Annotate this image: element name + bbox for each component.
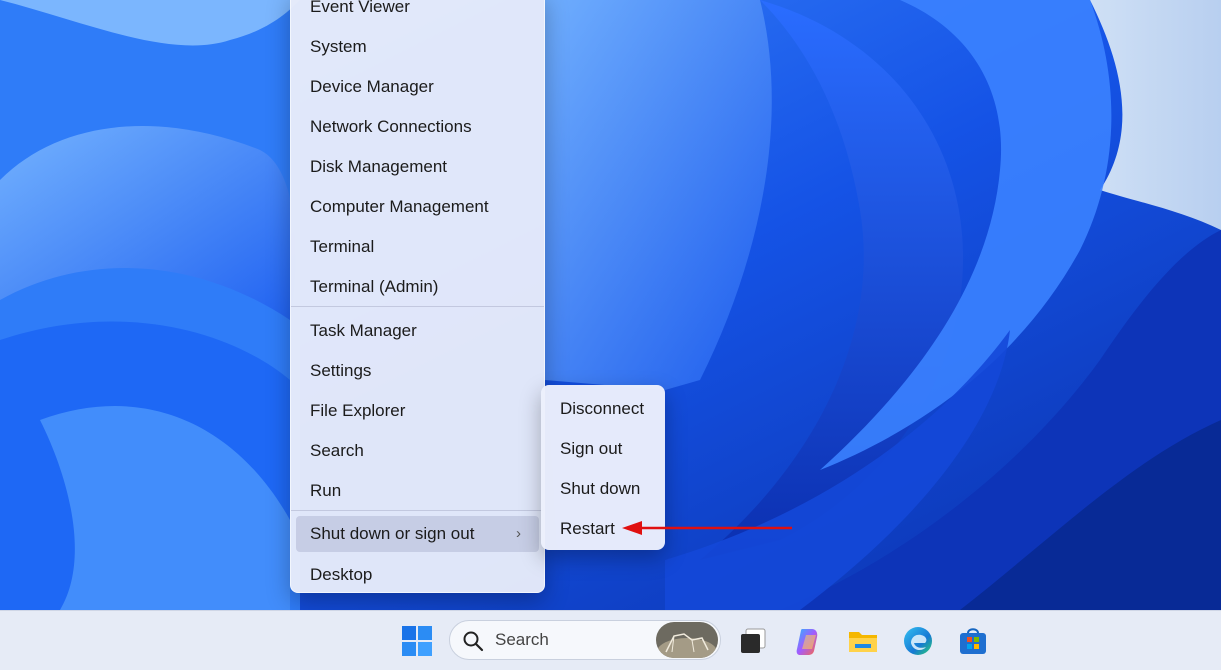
menu-item-run[interactable]: Run <box>296 473 539 509</box>
menu-item-network-connections[interactable]: Network Connections <box>296 109 539 145</box>
submenu-item-sign-out[interactable]: Sign out <box>546 431 660 467</box>
search-placeholder: Search <box>495 630 549 649</box>
menu-item-disk-management[interactable]: Disk Management <box>296 149 539 185</box>
menu-item-shut-down-or-sign-out[interactable]: Shut down or sign out › <box>296 516 539 552</box>
task-view-icon[interactable] <box>737 625 769 657</box>
copilot-icon[interactable] <box>792 625 824 657</box>
start-icon[interactable] <box>401 625 433 657</box>
menu-item-event-viewer[interactable]: Event Viewer <box>296 0 539 25</box>
taskbar-search-box[interactable]: Search <box>449 620 721 660</box>
menu-item-computer-management[interactable]: Computer Management <box>296 189 539 225</box>
chevron-right-icon: › <box>516 525 521 542</box>
menu-item-settings[interactable]: Settings <box>296 353 539 389</box>
menu-item-file-explorer[interactable]: File Explorer <box>296 393 539 429</box>
edge-icon[interactable] <box>902 625 934 657</box>
taskbar: Search <box>0 610 1221 670</box>
search-highlight-image-icon <box>656 622 718 658</box>
submenu-item-disconnect[interactable]: Disconnect <box>546 391 660 427</box>
menu-item-task-manager[interactable]: Task Manager <box>296 313 539 349</box>
search-icon <box>463 631 484 652</box>
menu-item-terminal-admin[interactable]: Terminal (Admin) <box>296 269 539 305</box>
menu-item-label: Shut down or sign out <box>310 524 475 543</box>
menu-item-system[interactable]: System <box>296 29 539 65</box>
annotation-arrow-icon <box>622 521 792 535</box>
power-user-menu: Event Viewer System Device Manager Netwo… <box>290 0 545 593</box>
menu-item-terminal[interactable]: Terminal <box>296 229 539 265</box>
menu-item-search[interactable]: Search <box>296 433 539 469</box>
file-explorer-icon[interactable] <box>847 625 879 657</box>
menu-item-desktop[interactable]: Desktop <box>296 557 539 593</box>
microsoft-store-icon[interactable] <box>957 625 989 657</box>
submenu-item-shut-down[interactable]: Shut down <box>546 471 660 507</box>
menu-separator <box>291 510 544 511</box>
menu-item-device-manager[interactable]: Device Manager <box>296 69 539 105</box>
menu-separator <box>291 306 544 307</box>
